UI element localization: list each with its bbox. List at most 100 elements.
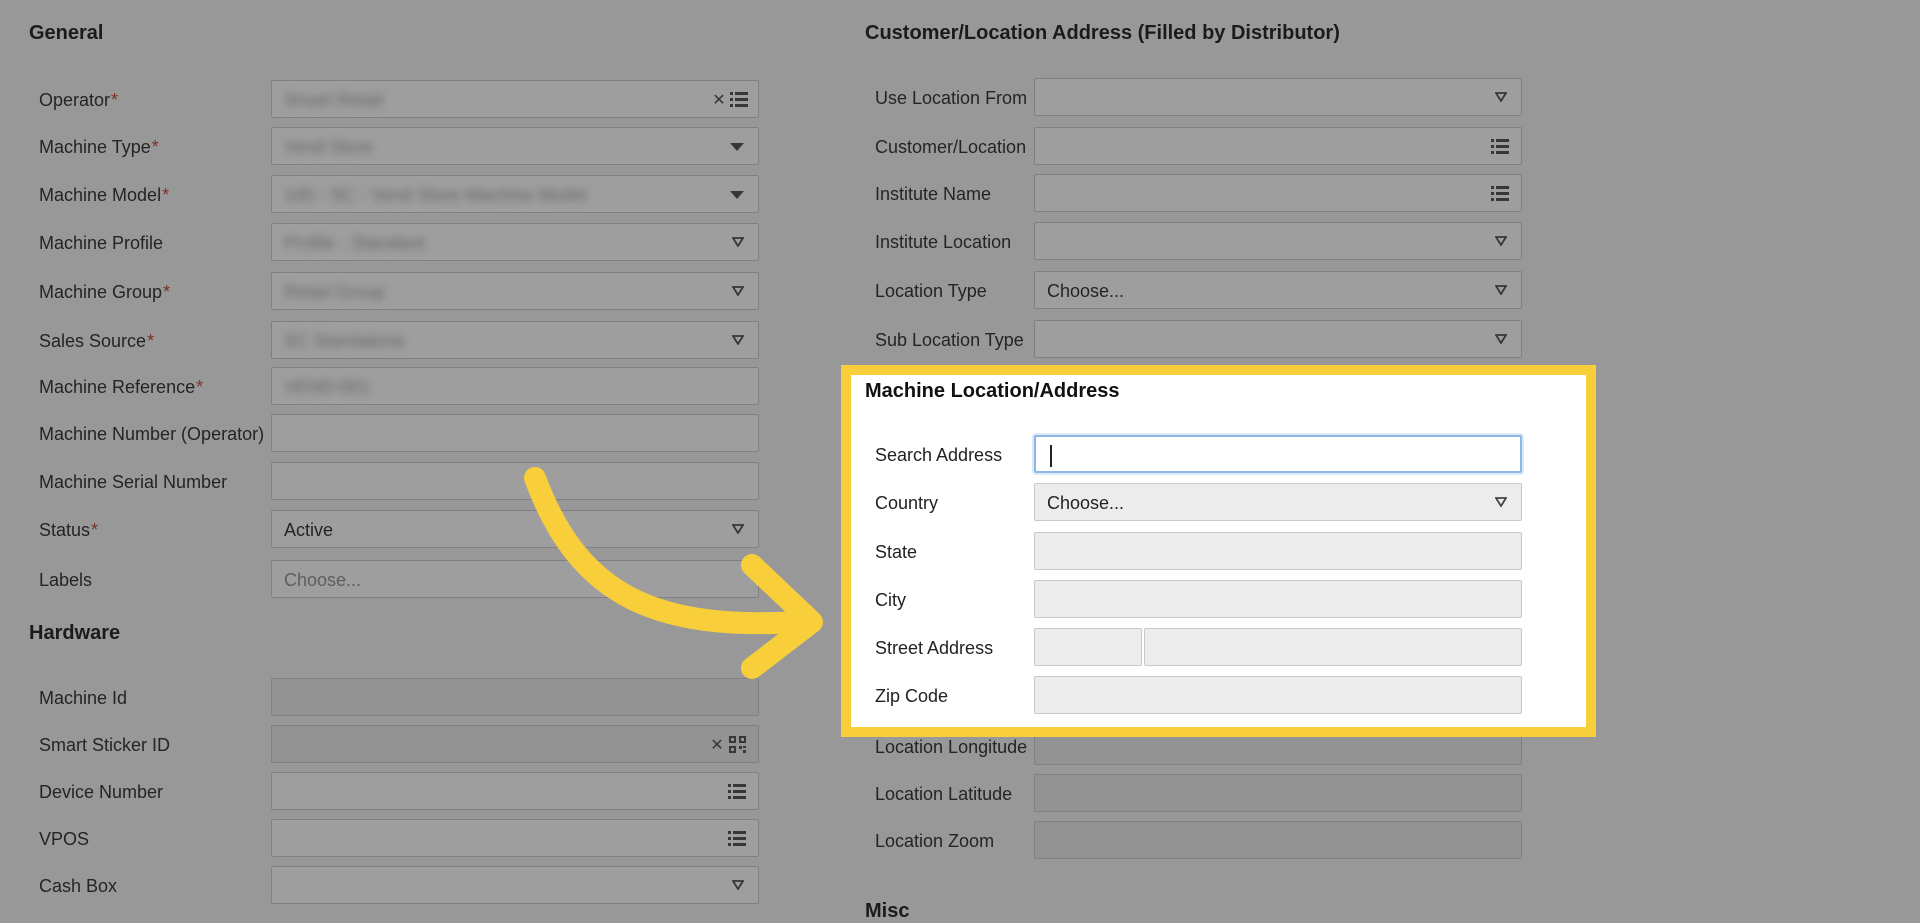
dropdown-arrow-icon[interactable] [1495,497,1507,507]
machine-number-label: Machine Number (Operator) [39,424,265,444]
section-title-misc: Misc [865,900,910,922]
status-label: Status* [39,520,99,540]
labels-label: Labels [39,570,93,590]
machine-type-select[interactable]: Vend Store [271,127,759,165]
city-input[interactable] [1034,580,1522,618]
row-machine-reference: Machine Reference* VEND-001 [39,367,759,405]
customer-location-input[interactable] [1034,127,1522,165]
dropdown-arrow-icon[interactable] [1495,285,1507,295]
clear-icon[interactable]: ✕ [706,734,728,756]
row-machine-profile: Machine Profile Profile - Standard [39,223,759,261]
row-operator: Operator* Smart Retail ✕ [39,80,759,118]
row-machine-id: Machine Id [39,678,759,716]
row-machine-group: Machine Group* Retail Group [39,272,759,310]
clear-icon[interactable]: ✕ [708,89,730,111]
list-icon[interactable] [728,830,746,846]
list-icon[interactable] [1491,138,1509,154]
row-location-type: Location Type Choose... [875,271,1525,309]
location-type-label: Location Type [875,281,987,301]
machine-group-label: Machine Group* [39,282,171,302]
institute-location-label: Institute Location [875,232,1012,252]
machine-reference-label: Machine Reference* [39,377,204,397]
qr-code-icon[interactable] [729,736,746,753]
machine-type-label: Machine Type* [39,137,159,157]
row-status: Status* Active [39,510,759,548]
operator-field[interactable]: Smart Retail ✕ [271,80,759,118]
machine-id-input[interactable] [271,678,759,716]
dropdown-arrow-icon[interactable] [732,524,744,534]
location-type-select[interactable]: Choose... [1034,271,1522,309]
machine-id-label: Machine Id [39,688,128,708]
smart-sticker-input[interactable]: ✕ [271,725,759,763]
location-latitude-label: Location Latitude [875,784,1013,804]
sub-location-type-label: Sub Location Type [875,330,1024,350]
location-longitude-label: Location Longitude [875,737,1028,757]
institute-name-label: Institute Name [875,184,992,204]
street-number-input[interactable] [1034,628,1142,666]
dropdown-arrow-icon[interactable] [732,286,744,296]
sales-source-select[interactable]: SC Standalone [271,321,759,359]
dropdown-arrow-icon[interactable] [1495,236,1507,246]
text-caret [1050,445,1052,467]
country-select[interactable]: Choose... [1034,483,1522,521]
row-machine-serial: Machine Serial Number [39,462,759,500]
row-location-latitude: Location Latitude [875,774,1525,812]
row-smart-sticker: Smart Sticker ID ✕ [39,725,759,763]
row-device-number: Device Number [39,772,759,810]
row-sales-source: Sales Source* SC Standalone [39,321,759,359]
zip-code-input[interactable] [1034,676,1522,714]
row-machine-type: Machine Type* Vend Store [39,127,759,165]
institute-name-input[interactable] [1034,174,1522,212]
machine-profile-select[interactable]: Profile - Standard [271,223,759,261]
row-institute-name: Institute Name [875,174,1525,212]
dropdown-arrow-icon[interactable] [1495,334,1507,344]
section-title-hardware: Hardware [29,622,121,644]
location-zoom-input[interactable] [1034,821,1522,859]
row-sub-location-type: Sub Location Type [875,320,1525,358]
machine-serial-label: Machine Serial Number [39,472,228,492]
street-name-input[interactable] [1144,628,1522,666]
dropdown-arrow-icon[interactable] [1495,92,1507,102]
list-icon[interactable] [1491,185,1509,201]
status-select[interactable]: Active [271,510,759,548]
dropdown-arrow-icon[interactable] [730,143,744,151]
list-icon[interactable] [728,783,746,799]
device-number-label: Device Number [39,782,164,802]
machine-number-input[interactable] [271,414,759,452]
machine-group-select[interactable]: Retail Group [271,272,759,310]
machine-serial-input[interactable] [271,462,759,500]
sales-source-label: Sales Source* [39,331,155,351]
location-latitude-input[interactable] [1034,774,1522,812]
vpos-input[interactable] [271,819,759,857]
institute-location-select[interactable] [1034,222,1522,260]
state-input[interactable] [1034,532,1522,570]
list-icon[interactable] [730,91,748,107]
location-zoom-label: Location Zoom [875,831,995,851]
section-title-machine-location: Machine Location/Address [865,380,1120,402]
labels-multiselect[interactable]: Choose... [271,560,759,598]
dropdown-arrow-icon[interactable] [732,335,744,345]
cash-box-label: Cash Box [39,876,118,896]
machine-model-select[interactable]: 100 - SC - Vend Store Machine Model [271,175,759,213]
sub-location-type-select[interactable] [1034,320,1522,358]
cash-box-select[interactable] [271,866,759,904]
search-address-input[interactable] [1034,435,1522,473]
machine-reference-input[interactable]: VEND-001 [271,367,759,405]
dropdown-arrow-icon[interactable] [730,191,744,199]
section-title-customer-location: Customer/Location Address (Filled by Dis… [865,22,1340,44]
row-cash-box: Cash Box [39,866,759,904]
machine-model-label: Machine Model* [39,185,170,205]
smart-sticker-label: Smart Sticker ID [39,735,171,755]
customer-location-label: Customer/Location [875,137,1027,157]
machine-profile-label: Machine Profile [39,233,164,253]
vpos-label: VPOS [39,829,90,849]
operator-label: Operator* [39,90,119,110]
dropdown-arrow-icon[interactable] [732,237,744,247]
row-labels: Labels Choose... [39,560,759,598]
row-institute-location: Institute Location [875,222,1525,260]
dropdown-arrow-icon[interactable] [732,880,744,890]
section-title-general: General [29,22,104,44]
device-number-input[interactable] [271,772,759,810]
row-location-zoom: Location Zoom [875,821,1525,859]
use-location-from-select[interactable] [1034,78,1522,116]
